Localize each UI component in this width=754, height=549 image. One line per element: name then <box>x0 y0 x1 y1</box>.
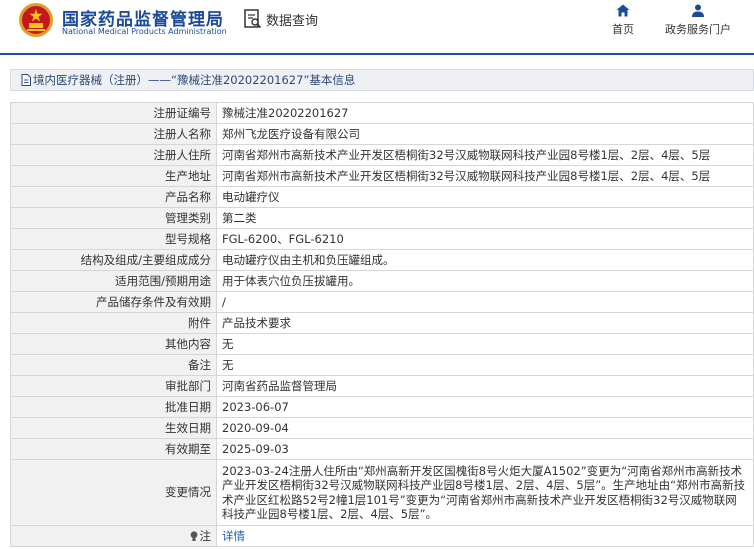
field-label: 其他内容 <box>10 333 217 355</box>
field-value: 电动罐疗仪由主机和负压罐组成。 <box>216 249 754 271</box>
agency-title-en: National Medical Products Administration <box>62 27 227 36</box>
field-value: 产品技术要求 <box>216 312 754 334</box>
field-value: 2025-09-03 <box>216 438 754 460</box>
field-label-note: 注 <box>10 525 217 547</box>
table-row: 产品名称 电动罐疗仪 <box>10 186 754 208</box>
field-label: 管理类别 <box>10 207 217 229</box>
table-row: 附件 产品技术要求 <box>10 312 754 334</box>
field-value: 无 <box>216 333 754 355</box>
field-value: 无 <box>216 354 754 376</box>
field-label: 型号规格 <box>10 228 217 250</box>
nav-home[interactable]: 首页 <box>606 4 640 37</box>
field-label: 备注 <box>10 354 217 376</box>
table-row: 注册证编号 豫械注准20202201627 <box>10 102 754 124</box>
field-label: 结构及组成/主要组成成分 <box>10 249 217 271</box>
table-row: 生效日期 2020-09-04 <box>10 417 754 439</box>
field-value: 河南省药品监督管理局 <box>216 375 754 397</box>
table-row: 注册人名称 郑州飞龙医疗设备有限公司 <box>10 123 754 145</box>
data-query-icon <box>244 9 262 29</box>
field-value: 2023-03-24注册人住所由“郑州高新开发区国槐街8号火炬大厦A1502”变… <box>216 459 754 526</box>
field-label: 有效期至 <box>10 438 217 460</box>
table-row: 批准日期 2023-06-07 <box>10 396 754 418</box>
field-label: 生产地址 <box>10 165 217 187</box>
note-label: 注 <box>199 528 212 543</box>
field-label: 注册证编号 <box>10 102 217 124</box>
user-icon <box>692 4 704 17</box>
field-value: 河南省郑州市高新技术产业开发区梧桐街32号汉威物联网科技产业园8号楼1层、2层、… <box>216 144 754 166</box>
field-label: 注册人住所 <box>10 144 217 166</box>
field-value: 用于体表穴位负压拔罐用。 <box>216 270 754 292</box>
field-label: 产品储存条件及有效期 <box>10 291 217 313</box>
table-row-change: 变更情况 2023-03-24注册人住所由“郑州高新开发区国槐街8号火炬大厦A1… <box>10 459 754 526</box>
field-value: / <box>216 291 754 313</box>
table-row: 注册人住所 河南省郑州市高新技术产业开发区梧桐街32号汉威物联网科技产业园8号楼1… <box>10 144 754 166</box>
site-header: 国家药品监督管理局 National Medical Products Admi… <box>0 0 754 55</box>
table-row: 其他内容无 <box>10 333 754 355</box>
field-label: 变更情况 <box>10 459 217 526</box>
details-link[interactable]: 详情 <box>222 529 245 543</box>
data-query-label[interactable]: 数据查询 <box>266 10 318 29</box>
field-value: 2023-06-07 <box>216 396 754 418</box>
table-row: 有效期至 2025-09-03 <box>10 438 754 460</box>
table-row: 适用范围/预期用途 用于体表穴位负压拔罐用。 <box>10 270 754 292</box>
field-label: 适用范围/预期用途 <box>10 270 217 292</box>
field-label: 批准日期 <box>10 396 217 418</box>
table-row-note: 注 详情 <box>10 525 754 547</box>
field-value-note: 详情 <box>216 525 754 547</box>
field-value: 豫械注准20202201627 <box>216 102 754 124</box>
field-label: 注册人名称 <box>10 123 217 145</box>
document-icon <box>21 74 31 86</box>
field-label: 生效日期 <box>10 417 217 439</box>
field-value: FGL-6200、FGL-6210 <box>216 228 754 250</box>
breadcrumb: 境内医疗器械（注册）——“豫械注准20202201627”基本信息 <box>10 69 754 91</box>
nav-home-label: 首页 <box>612 23 634 36</box>
field-label: 产品名称 <box>10 186 217 208</box>
table-row: 结构及组成/主要组成成分 电动罐疗仪由主机和负压罐组成。 <box>10 249 754 271</box>
field-label: 审批部门 <box>10 375 217 397</box>
home-icon <box>616 4 630 17</box>
field-label: 附件 <box>10 312 217 334</box>
field-value: 第二类 <box>216 207 754 229</box>
national-emblem-logo <box>19 3 53 37</box>
field-value: 电动罐疗仪 <box>216 186 754 208</box>
table-row: 审批部门 河南省药品监督管理局 <box>10 375 754 397</box>
table-row: 备注无 <box>10 354 754 376</box>
table-row: 生产地址 河南省郑州市高新技术产业开发区梧桐街32号汉威物联网科技产业园8号楼1层… <box>10 165 754 187</box>
field-value: 2020-09-04 <box>216 417 754 439</box>
field-value: 郑州飞龙医疗设备有限公司 <box>216 123 754 145</box>
table-row: 产品储存条件及有效期 / <box>10 291 754 313</box>
field-value: 河南省郑州市高新技术产业开发区梧桐街32号汉威物联网科技产业园8号楼1层、2层、… <box>216 165 754 187</box>
table-row: 型号规格 FGL-6200、FGL-6210 <box>10 228 754 250</box>
device-info-table: 注册证编号 豫械注准20202201627 注册人名称 郑州飞龙医疗设备有限公司 注册人… <box>10 102 754 547</box>
nav-service-portal[interactable]: 政务服务门户 <box>660 4 736 37</box>
breadcrumb-text: 境内医疗器械（注册）——“豫械注准20202201627”基本信息 <box>33 73 356 87</box>
table-row: 管理类别 第二类 <box>10 207 754 229</box>
bulb-icon <box>190 530 197 541</box>
nav-service-portal-label: 政务服务门户 <box>665 23 731 36</box>
